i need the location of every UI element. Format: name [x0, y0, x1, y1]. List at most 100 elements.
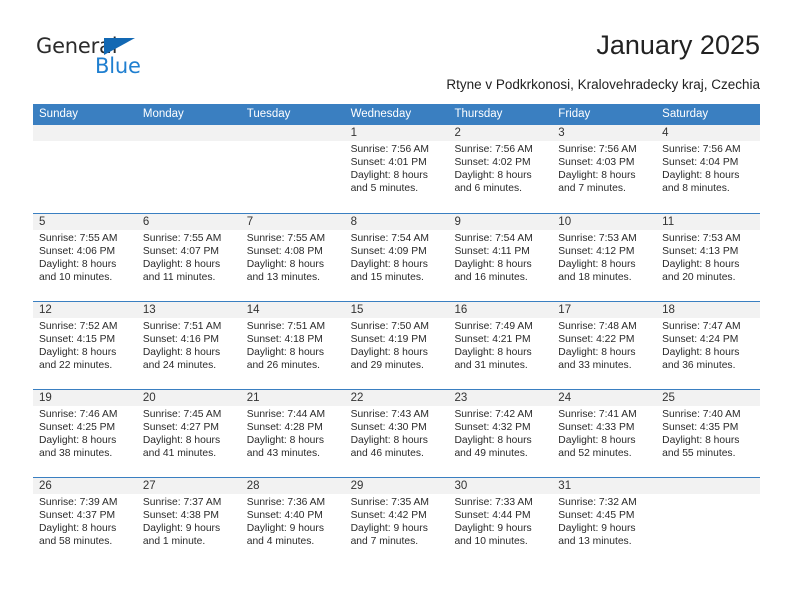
day-detail-line: Sunrise: 7:53 AM [662, 233, 741, 244]
day-details: Sunrise: 7:49 AM Sunset: 4:21 PM Daylight:… [448, 318, 552, 373]
day-detail-line: Daylight: 8 hours [350, 169, 428, 181]
day-details: Sunrise: 7:36 AM Sunset: 4:40 PM Daylight:… [241, 494, 345, 549]
day-detail-line: Sunrise: 7:47 AM [662, 321, 741, 332]
day-cell[interactable]: 10 Sunrise: 7:53 AM Sunset: 4:12 PM Dayligh… [552, 214, 657, 301]
day-cell[interactable]: 25 Sunrise: 7:40 AM Sunset: 4:35 PM Dayligh… [656, 390, 761, 477]
day-number: 18 [656, 302, 761, 318]
day-cell[interactable]: 22 Sunrise: 7:43 AM Sunset: 4:30 PM Dayligh… [344, 390, 449, 477]
day-detail-line: Sunset: 4:09 PM [350, 245, 427, 257]
day-detail-line: Daylight: 8 hours [39, 434, 117, 446]
day-details: Sunrise: 7:53 AM Sunset: 4:12 PM Daylight:… [552, 230, 656, 285]
weekday-header-row: Sunday Monday Tuesday Wednesday Thursday Frid… [33, 104, 760, 125]
day-detail-line: Sunset: 4:18 PM [246, 333, 323, 345]
day-number: 11 [656, 214, 761, 230]
day-cell[interactable]: 5 Sunrise: 7:55 AM Sunset: 4:06 PM Daylight… [33, 214, 137, 301]
day-detail-line: and 8 minutes. [662, 182, 730, 194]
day-detail-line: and 11 minutes. [142, 271, 216, 283]
day-cell[interactable]: 3 Sunrise: 7:56 AM Sunset: 4:03 PM Daylight… [552, 125, 657, 213]
day-cell-empty [136, 125, 241, 213]
day-cell[interactable]: 11 Sunrise: 7:53 AM Sunset: 4:13 PM Dayligh… [656, 214, 761, 301]
day-cell[interactable]: 15 Sunrise: 7:50 AM Sunset: 4:19 PM Dayligh… [344, 302, 449, 389]
day-detail-line: Daylight: 8 hours [350, 434, 428, 446]
day-detail-line: Daylight: 8 hours [142, 434, 221, 446]
day-detail-line: Sunrise: 7:33 AM [454, 497, 533, 508]
day-cell[interactable]: 26 Sunrise: 7:39 AM Sunset: 4:37 PM Dayligh… [33, 478, 137, 565]
day-cell[interactable]: 28 Sunrise: 7:36 AM Sunset: 4:40 PM Dayligh… [240, 478, 345, 565]
day-details: Sunrise: 7:55 AM Sunset: 4:08 PM Daylight:… [241, 230, 345, 285]
day-details: Sunrise: 7:54 AM Sunset: 4:11 PM Daylight:… [448, 230, 552, 285]
day-cell[interactable]: 13 Sunrise: 7:51 AM Sunset: 4:16 PM Dayligh… [136, 302, 241, 389]
weekday-header-tuesday: Tuesday [246, 108, 291, 120]
day-details: Sunrise: 7:47 AM Sunset: 4:24 PM Daylight:… [656, 318, 760, 373]
triangle-icon [104, 38, 135, 55]
day-detail-line: Sunrise: 7:54 AM [454, 233, 533, 244]
day-detail-line: Daylight: 8 hours [246, 434, 324, 446]
day-cell[interactable]: 24 Sunrise: 7:41 AM Sunset: 4:33 PM Dayligh… [552, 390, 657, 477]
day-cell[interactable]: 27 Sunrise: 7:37 AM Sunset: 4:38 PM Dayligh… [136, 478, 241, 565]
calendar-week-row: 19 Sunrise: 7:46 AM Sunset: 4:25 PM Dayligh… [33, 389, 761, 477]
day-detail-line: Daylight: 8 hours [558, 434, 636, 446]
day-cell[interactable]: 20 Sunrise: 7:45 AM Sunset: 4:27 PM Dayligh… [136, 390, 241, 477]
weekday-header-wednesday: Wednesday [350, 108, 412, 120]
day-detail-line: and 10 minutes. [39, 271, 113, 283]
day-detail-line: and 7 minutes. [350, 535, 419, 547]
day-detail-line: and 33 minutes. [558, 359, 632, 371]
day-detail-line: Daylight: 9 hours [558, 522, 636, 534]
day-detail-line: and 49 minutes. [454, 447, 528, 459]
day-detail-line: Sunrise: 7:54 AM [350, 233, 429, 244]
day-detail-line: Daylight: 8 hours [39, 346, 117, 358]
day-cell[interactable]: 14 Sunrise: 7:51 AM Sunset: 4:18 PM Dayligh… [240, 302, 345, 389]
day-detail-line: Daylight: 8 hours [246, 346, 324, 358]
day-detail-line: Sunset: 4:15 PM [39, 333, 116, 345]
day-details: Sunrise: 7:42 AM Sunset: 4:32 PM Daylight:… [448, 406, 552, 461]
day-details: Sunrise: 7:46 AM Sunset: 4:25 PM Daylight:… [33, 406, 137, 461]
general-blue-logo[interactable]: General Blue [33, 34, 183, 84]
day-detail-line: Daylight: 8 hours [350, 346, 428, 358]
day-cell[interactable]: 17 Sunrise: 7:48 AM Sunset: 4:22 PM Dayligh… [552, 302, 657, 389]
day-detail-line: Daylight: 9 hours [142, 522, 221, 534]
day-detail-line: Sunset: 4:02 PM [454, 156, 531, 168]
day-cell[interactable]: 31 Sunrise: 7:32 AM Sunset: 4:45 PM Dayligh… [552, 478, 657, 565]
page-header: General Blue January 2025 Rtyne v Podkrk… [33, 28, 760, 100]
day-cell[interactable]: 2 Sunrise: 7:56 AM Sunset: 4:02 PM Daylight… [448, 125, 553, 213]
day-cell[interactable]: 6 Sunrise: 7:55 AM Sunset: 4:07 PM Daylight… [136, 214, 241, 301]
day-cell[interactable]: 1 Sunrise: 7:56 AM Sunset: 4:01 PM Daylight… [344, 125, 449, 213]
day-detail-line: Daylight: 8 hours [662, 346, 740, 358]
day-cell[interactable]: 16 Sunrise: 7:49 AM Sunset: 4:21 PM Dayligh… [448, 302, 553, 389]
day-cell[interactable]: 18 Sunrise: 7:47 AM Sunset: 4:24 PM Dayligh… [656, 302, 761, 389]
weekday-header-thursday: Thursday [454, 108, 503, 120]
day-cell[interactable]: 7 Sunrise: 7:55 AM Sunset: 4:08 PM Daylight… [240, 214, 345, 301]
day-cell[interactable]: 30 Sunrise: 7:33 AM Sunset: 4:44 PM Dayligh… [448, 478, 553, 565]
day-detail-line: Daylight: 8 hours [454, 258, 532, 270]
day-number: 30 [448, 478, 553, 494]
day-detail-line: Sunrise: 7:42 AM [454, 409, 533, 420]
day-number: 2 [448, 125, 553, 141]
day-details: Sunrise: 7:56 AM Sunset: 4:03 PM Daylight:… [552, 141, 656, 196]
day-cell[interactable]: 21 Sunrise: 7:44 AM Sunset: 4:28 PM Dayligh… [240, 390, 345, 477]
day-cell[interactable]: 23 Sunrise: 7:42 AM Sunset: 4:32 PM Dayligh… [448, 390, 553, 477]
day-detail-line: Sunset: 4:38 PM [142, 509, 219, 521]
calendar-week-row: 5 Sunrise: 7:55 AM Sunset: 4:06 PM Daylight… [33, 213, 761, 301]
day-cell[interactable]: 9 Sunrise: 7:54 AM Sunset: 4:11 PM Daylight… [448, 214, 553, 301]
day-details [241, 141, 345, 144]
day-number: 26 [33, 478, 137, 494]
day-cell-empty [656, 478, 761, 565]
day-cell[interactable]: 12 Sunrise: 7:52 AM Sunset: 4:15 PM Dayligh… [33, 302, 137, 389]
day-number: 3 [552, 125, 657, 141]
day-number: 14 [240, 302, 345, 318]
day-detail-line: Sunrise: 7:45 AM [142, 409, 222, 420]
day-detail-line: and 31 minutes. [454, 359, 528, 371]
day-detail-line: Sunrise: 7:37 AM [142, 497, 222, 508]
day-detail-line: Daylight: 8 hours [454, 169, 532, 181]
day-detail-line: Sunset: 4:06 PM [39, 245, 116, 257]
day-cell[interactable]: 29 Sunrise: 7:35 AM Sunset: 4:42 PM Dayligh… [344, 478, 449, 565]
day-detail-line: Sunrise: 7:49 AM [454, 321, 533, 332]
day-details: Sunrise: 7:51 AM Sunset: 4:18 PM Daylight:… [241, 318, 345, 373]
day-detail-line: Daylight: 8 hours [350, 258, 428, 270]
weekday-header-friday: Friday [558, 108, 591, 120]
day-detail-line: Sunrise: 7:56 AM [454, 144, 533, 155]
day-cell[interactable]: 19 Sunrise: 7:46 AM Sunset: 4:25 PM Dayligh… [33, 390, 137, 477]
day-details: Sunrise: 7:52 AM Sunset: 4:15 PM Daylight:… [33, 318, 137, 373]
day-cell[interactable]: 4 Sunrise: 7:56 AM Sunset: 4:04 PM Daylight… [656, 125, 761, 213]
day-cell[interactable]: 8 Sunrise: 7:54 AM Sunset: 4:09 PM Daylight… [344, 214, 449, 301]
